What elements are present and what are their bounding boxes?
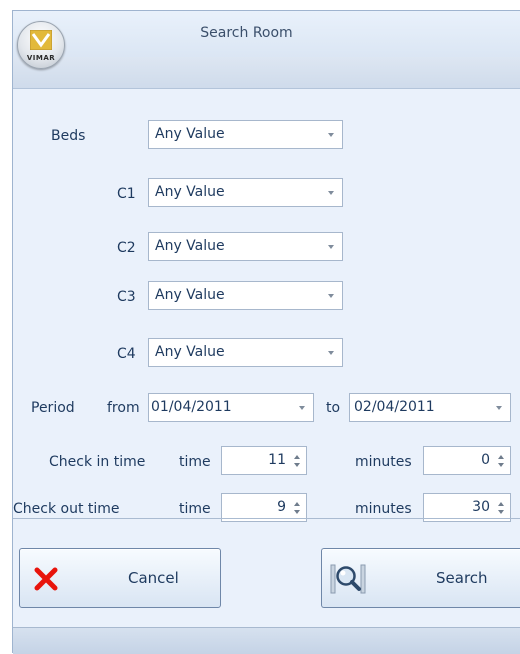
cancel-button-label: Cancel <box>128 569 179 587</box>
form-divider <box>13 518 520 519</box>
chevron-down-icon <box>328 133 334 137</box>
period-from-label: from <box>107 400 140 416</box>
stepper-down-icon[interactable] <box>498 510 504 514</box>
check-in-minutes-label: minutes <box>355 454 412 470</box>
chevron-down-icon <box>299 406 305 410</box>
chevron-down-icon <box>328 351 334 355</box>
chevron-down-icon <box>328 245 334 249</box>
search-magnifier-icon <box>330 564 366 594</box>
chevron-down-icon <box>328 294 334 298</box>
c2-value: Any Value <box>155 238 225 254</box>
stepper-down-icon[interactable] <box>294 463 300 467</box>
chevron-down-icon <box>496 406 502 410</box>
c1-value: Any Value <box>155 184 225 200</box>
check-out-label: Check out time <box>13 501 120 517</box>
period-label: Period <box>31 400 75 416</box>
period-to-date-picker[interactable]: 02/04/2011 <box>349 393 511 422</box>
c3-dropdown[interactable]: Any Value <box>148 281 343 310</box>
search-button-label: Search <box>436 569 488 587</box>
search-room-window: Search Room VIMAR Beds Any Value C1 Any … <box>12 10 520 654</box>
check-in-minutes-value: 0 <box>481 452 490 468</box>
c3-label: C3 <box>117 289 136 305</box>
stepper-up-icon[interactable] <box>294 502 300 506</box>
check-in-time-label: time <box>179 454 211 470</box>
status-bar <box>13 627 520 654</box>
c4-value: Any Value <box>155 344 225 360</box>
logo-emblem-icon <box>30 30 52 50</box>
vimar-logo-icon[interactable]: VIMAR <box>17 21 65 69</box>
check-out-minutes-label: minutes <box>355 501 412 517</box>
stepper-up-icon[interactable] <box>294 455 300 459</box>
window-title: Search Room <box>200 25 293 41</box>
period-to-label: to <box>326 400 341 416</box>
beds-dropdown[interactable]: Any Value <box>148 120 343 149</box>
c4-dropdown[interactable]: Any Value <box>148 338 343 367</box>
stepper-down-icon[interactable] <box>294 510 300 514</box>
check-out-hour-value: 9 <box>277 499 286 515</box>
beds-value: Any Value <box>155 126 225 142</box>
ribbon-bar <box>13 57 520 89</box>
stepper-down-icon[interactable] <box>498 463 504 467</box>
logo-text: VIMAR <box>26 54 56 62</box>
c2-label: C2 <box>117 240 136 256</box>
check-in-label: Check in time <box>49 454 146 470</box>
period-from-value: 01/04/2011 <box>151 399 232 415</box>
check-in-hour-stepper[interactable]: 11 <box>221 446 307 475</box>
search-button[interactable]: Search <box>321 548 520 608</box>
check-in-hour-value: 11 <box>268 452 286 468</box>
stepper-up-icon[interactable] <box>498 455 504 459</box>
period-to-value: 02/04/2011 <box>354 399 435 415</box>
check-out-time-label: time <box>179 501 211 517</box>
cancel-button[interactable]: Cancel <box>19 548 221 608</box>
c3-value: Any Value <box>155 287 225 303</box>
period-from-date-picker[interactable]: 01/04/2011 <box>148 393 314 422</box>
c4-label: C4 <box>117 346 136 362</box>
c1-label: C1 <box>117 186 136 202</box>
check-in-minutes-stepper[interactable]: 0 <box>423 446 511 475</box>
beds-label: Beds <box>51 128 86 144</box>
stepper-up-icon[interactable] <box>498 502 504 506</box>
check-out-minutes-value: 30 <box>472 499 490 515</box>
chevron-down-icon <box>328 191 334 195</box>
c2-dropdown[interactable]: Any Value <box>148 232 343 261</box>
red-x-icon <box>34 567 58 591</box>
title-bar: Search Room <box>13 11 520 57</box>
c1-dropdown[interactable]: Any Value <box>148 178 343 207</box>
